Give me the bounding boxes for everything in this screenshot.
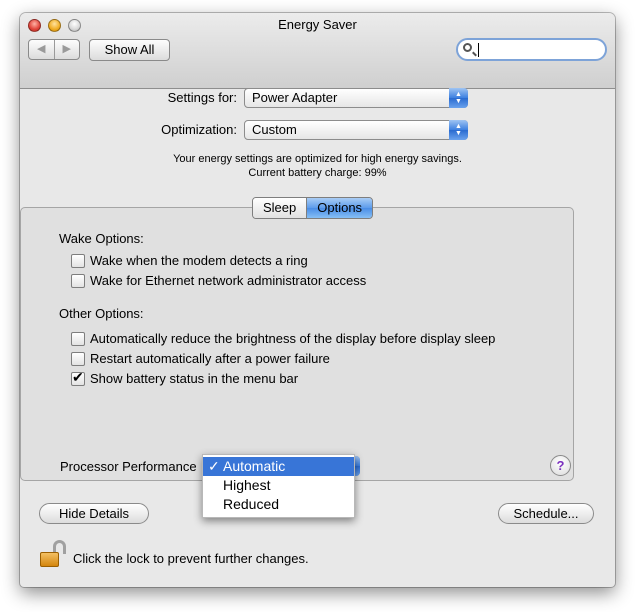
tab-bar: Sleep Options — [252, 197, 374, 219]
restart-after-power-failure-checkbox[interactable] — [71, 352, 85, 366]
menu-item-automatic[interactable]: ✓ Automatic — [203, 457, 354, 476]
wake-modem-label: Wake when the modem detects a ring — [90, 253, 308, 268]
wake-modem-checkbox[interactable] — [71, 254, 85, 268]
text-cursor — [478, 43, 479, 57]
energy-info-text: Your energy settings are optimized for h… — [173, 153, 462, 165]
wake-options-header: Wake Options: — [59, 231, 144, 246]
optimization-label: Optimization: — [161, 122, 237, 137]
tab-options[interactable]: Options — [306, 198, 373, 218]
help-button[interactable]: ? — [550, 455, 571, 476]
popup-arrows-icon: ▲ ▼ — [449, 88, 468, 108]
wake-ethernet-label: Wake for Ethernet network administrator … — [90, 273, 367, 288]
optimization-popup[interactable]: Custom ▲ ▼ — [244, 120, 468, 140]
settings-for-value: Power Adapter — [252, 90, 338, 105]
reduce-brightness-label: Automatically reduce the brightness of t… — [90, 331, 496, 346]
back-arrow-icon[interactable]: ◀ — [29, 40, 55, 59]
schedule-button[interactable]: Schedule... — [498, 503, 594, 524]
processor-performance-menu: ✓ Automatic Highest Reduced — [202, 454, 355, 518]
show-all-button[interactable]: Show All — [89, 39, 170, 61]
checkmark-icon: ✓ — [208, 458, 220, 474]
reduce-brightness-checkbox[interactable] — [71, 332, 85, 346]
tab-sleep[interactable]: Sleep — [253, 198, 307, 218]
restart-after-power-failure-label: Restart automatically after a power fail… — [90, 351, 330, 366]
window-title: Energy Saver — [278, 17, 357, 32]
settings-for-label: Settings for: — [167, 90, 237, 105]
forward-arrow-icon[interactable]: ▶ — [55, 40, 80, 59]
menu-item-reduced[interactable]: Reduced — [203, 495, 354, 514]
search-field[interactable] — [456, 38, 607, 61]
settings-for-popup[interactable]: Power Adapter ▲ ▼ — [244, 88, 468, 108]
lock-instruction-text: Click the lock to prevent further change… — [73, 551, 309, 566]
menu-item-label: Reduced — [223, 496, 280, 512]
other-options-header: Other Options: — [59, 306, 144, 321]
popup-arrows-icon: ▲ ▼ — [449, 120, 468, 140]
battery-charge-text: Current battery charge: 99% — [248, 167, 387, 179]
hide-details-button[interactable]: Hide Details — [39, 503, 149, 524]
menu-item-highest[interactable]: Highest — [203, 476, 354, 495]
wake-ethernet-checkbox[interactable] — [71, 274, 85, 288]
unlocked-lock-icon[interactable] — [40, 540, 66, 570]
show-battery-status-checkbox[interactable] — [71, 369, 85, 386]
title-bar: Energy Saver ◀ ▶ Show All — [20, 13, 615, 89]
menu-item-label: Highest — [223, 477, 271, 493]
processor-performance-label: Processor Performance — [60, 459, 197, 474]
menu-item-label: Automatic — [223, 458, 286, 474]
search-icon — [463, 43, 472, 52]
show-battery-status-label: Show battery status in the menu bar — [90, 371, 299, 386]
optimization-value: Custom — [252, 122, 297, 137]
back-forward-control[interactable]: ◀ ▶ — [28, 39, 80, 60]
